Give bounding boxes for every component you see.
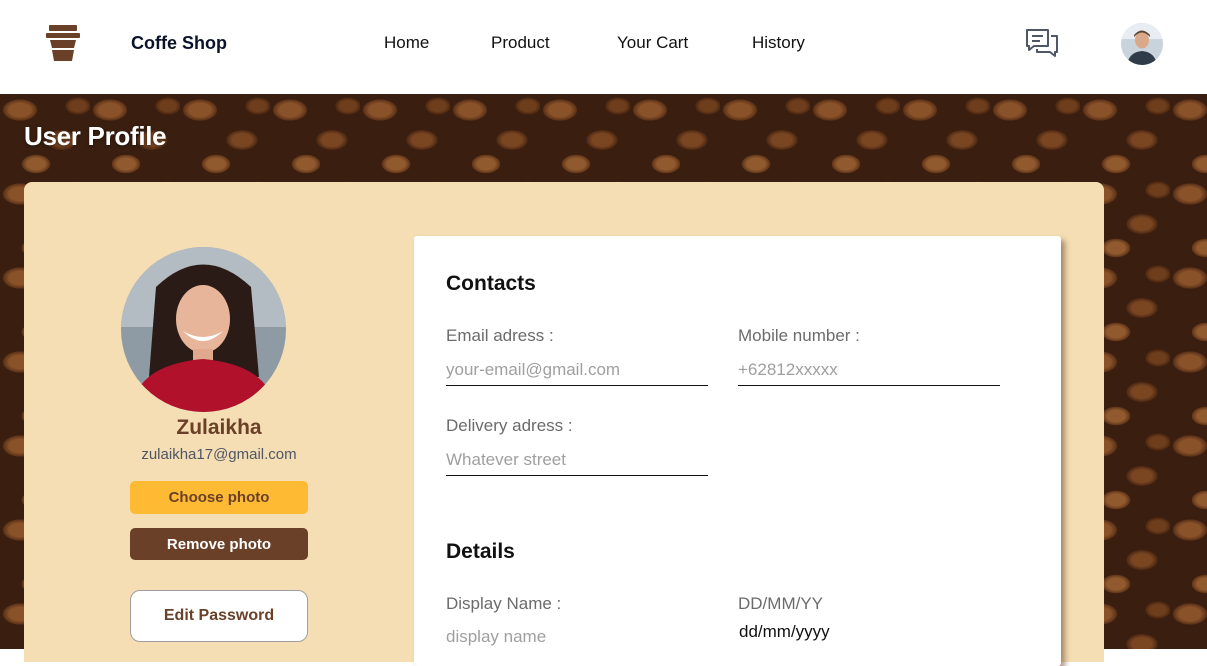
nav-link-your-cart[interactable]: Your Cart (617, 33, 688, 53)
page-title: User Profile (24, 121, 167, 151)
edit-password-button[interactable]: Edit Password (130, 590, 308, 642)
display-name-field[interactable] (446, 621, 708, 653)
choose-photo-button[interactable]: Choose photo (130, 481, 308, 514)
details-heading: Details (446, 540, 515, 563)
profile-photo (121, 247, 286, 412)
user-avatar[interactable] (1121, 23, 1163, 65)
email-field[interactable] (446, 354, 708, 386)
nav-link-home[interactable]: Home (384, 33, 429, 53)
remove-photo-button[interactable]: Remove photo (130, 528, 308, 560)
brand-name[interactable]: Coffe Shop (131, 33, 227, 54)
profile-email: zulaikha17@gmail.com (141, 446, 297, 463)
nav-link-product[interactable]: Product (491, 33, 550, 53)
mobile-number-label: Mobile number : (738, 326, 860, 345)
delivery-address-field[interactable] (446, 444, 708, 476)
birth-date-label: DD/MM/YY (738, 594, 823, 613)
contacts-heading: Contacts (446, 272, 536, 295)
profile-name: Zulaikha (176, 416, 262, 439)
chat-bubbles-icon[interactable] (1025, 27, 1059, 61)
display-name-label: Display Name : (446, 594, 562, 613)
coffee-cup-icon[interactable] (46, 25, 80, 61)
nav-link-history[interactable]: History (752, 33, 805, 53)
birth-date-field[interactable]: dd/mm/yyyy (738, 622, 1000, 650)
delivery-address-label: Delivery adress : (446, 416, 573, 435)
top-navbar: Coffe Shop Home Product Your Cart Histor… (0, 0, 1207, 94)
email-label: Email adress : (446, 326, 554, 345)
mobile-number-field[interactable] (738, 354, 1000, 386)
